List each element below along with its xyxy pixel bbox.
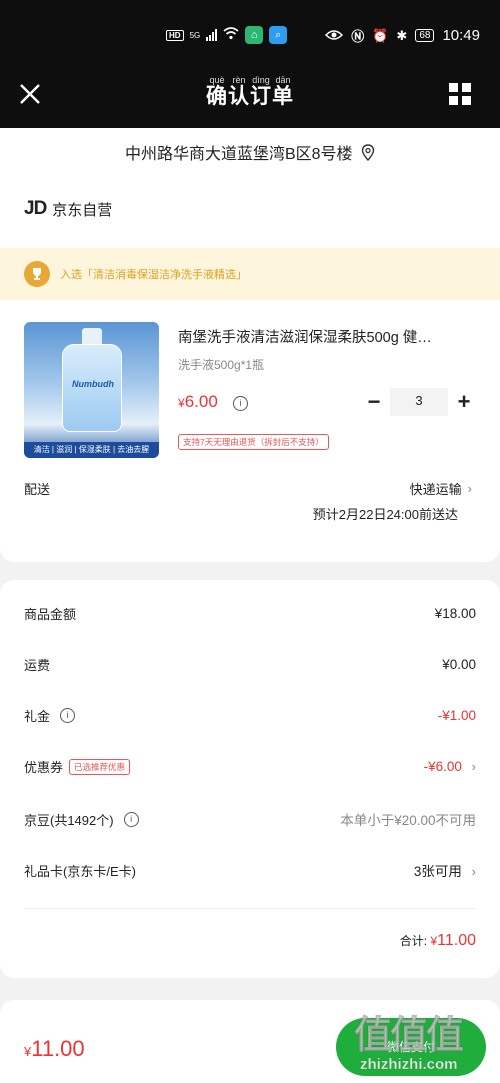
status-right: Ⓝ ⏰ ✱ 68 10:49 (325, 26, 480, 45)
jd-beans-label-wrap: 京豆(共1492个) i (24, 810, 139, 829)
chevron-right-icon: › (467, 481, 472, 496)
coupon-row[interactable]: 优惠券 已选推荐优惠 -¥6.00 › (24, 757, 476, 776)
coupon-tag: 已选推荐优惠 (69, 758, 131, 775)
jd-beans-row: 京豆(共1492个) i 本单小于¥20.00不可用 (24, 809, 476, 829)
quantity-stepper: − 3 + (364, 388, 474, 416)
chevron-right-icon: › (471, 864, 476, 879)
decrease-button[interactable]: − (364, 389, 384, 415)
jd-logo: JD (24, 198, 47, 219)
grid-menu-icon[interactable] (448, 82, 472, 106)
gift-money-row: 礼金 i -¥1.00 (24, 706, 476, 725)
alarm-icon: ⏰ (372, 27, 389, 43)
product-image[interactable]: Numbudh 清洁 | 滋润 | 保湿柔肤 | 去油去腥 (24, 322, 159, 458)
quantity-input[interactable]: 3 (390, 388, 448, 416)
gift-card-value-wrap: 3张可用 › (414, 860, 476, 880)
nav-bar: 确què认rèn订dìng单dān (0, 70, 500, 128)
watermark-logo: 值值值 (353, 1015, 464, 1058)
trophy-icon (24, 261, 50, 287)
info-icon[interactable]: i (123, 811, 139, 827)
product-spec: 洗手液500g*1瓶 (178, 358, 265, 372)
product-title[interactable]: 南堡洗手液清洁滋润保湿柔肤500g 健… (178, 326, 468, 347)
location-pin-icon (361, 144, 375, 166)
goods-amount-row: 商品金额 ¥18.00 (24, 604, 476, 623)
delivery-eta: 预计2月22日24:00前送达 (312, 507, 458, 522)
page-title: 确què认rèn订dìng单dān (206, 75, 294, 108)
total-amount: 合计: ¥11.00 (400, 932, 476, 950)
chevron-right-icon: › (471, 759, 476, 774)
total-label: 合计: (399, 934, 428, 948)
total-value: ¥11.00 (430, 932, 476, 949)
status-left: HD 5G ⌂ ⌕ (166, 26, 288, 44)
increase-button[interactable]: + (454, 389, 474, 415)
cost-summary-card: 商品金额 ¥18.00 运费 ¥0.00 礼金 i -¥1.00 优惠券 已选推… (0, 580, 500, 978)
gift-money-label-wrap: 礼金 i (24, 706, 76, 725)
coupon-label-wrap: 优惠券 已选推荐优惠 (24, 757, 131, 776)
bottle-brand: Numbudh (72, 379, 114, 389)
wifi-icon (223, 27, 239, 43)
watermark: 值值值 zhizhizhi.com (350, 1000, 500, 1083)
promo-text: 入选「清洁消毒保湿洁净洗手液精选」 (60, 269, 247, 281)
goods-amount-label: 商品金额 (24, 607, 77, 622)
price-symbol: ¥ (178, 396, 185, 410)
gift-money-value: -¥1.00 (437, 708, 476, 723)
delivery-method-text: 快递运输 (409, 482, 462, 497)
eye-icon (325, 28, 344, 44)
gift-money-label: 礼金 (24, 709, 51, 724)
checkout-price-value: 11.00 (31, 1036, 85, 1061)
order-item-card: JD 京东自营 入选「清洁消毒保湿洁净洗手液精选」 Numbudh 清洁 | 滋… (0, 182, 500, 562)
watermark-url: zhizhizhi.com (360, 1056, 458, 1073)
network-type: 5G (189, 30, 201, 40)
product-price: ¥6.00 i (178, 392, 249, 412)
goods-amount-value: ¥18.00 (434, 606, 476, 621)
coupon-label: 优惠券 (24, 760, 64, 775)
jd-beans-value: 本单小于¥20.00不可用 (340, 813, 476, 828)
shop-header: JD 京东自营 (24, 198, 112, 220)
address-text: 中州路华商大道蓝堡湾B区8号楼 (124, 146, 353, 163)
shipping-row: 运费 ¥0.00 (24, 655, 476, 674)
nfc-icon: Ⓝ (351, 29, 365, 44)
delivery-method[interactable]: 快递运输 › (410, 479, 472, 498)
hd-badge: HD (166, 29, 184, 41)
gift-card-value: 3张可用 (413, 864, 462, 879)
checkout-price: ¥11.00 (24, 1036, 85, 1062)
home-app-icon: ⌂ (245, 26, 264, 44)
divider (24, 908, 476, 909)
delivery-address[interactable]: 中州路华商大道蓝堡湾B区8号楼 (0, 128, 500, 182)
delivery-label: 配送 (24, 482, 51, 497)
info-icon[interactable]: i (60, 708, 76, 723)
promo-banner[interactable]: 入选「清洁消毒保湿洁净洗手液精选」 (0, 248, 500, 300)
signal-icon (206, 29, 218, 41)
gift-card-label: 礼品卡(京东卡/E卡) (24, 863, 136, 879)
bottle-shape: Numbudh (62, 344, 122, 432)
shipping-label: 运费 (24, 658, 51, 673)
total-number: 11.00 (437, 932, 476, 949)
shipping-value: ¥0.00 (442, 657, 476, 672)
status-bar: HD 5G ⌂ ⌕ Ⓝ ⏰ ✱ 68 10:49 (0, 0, 500, 70)
price-value: 6.00 (184, 392, 218, 411)
return-policy-tag: 支持7天无理由退货（拆封后不支持） (178, 434, 329, 450)
status-time: 10:49 (442, 27, 480, 44)
jd-beans-label: 京豆(共1492个) (24, 812, 114, 828)
image-caption: 清洁 | 滋润 | 保湿柔肤 | 去油去腥 (24, 442, 159, 458)
battery-icon: 68 (415, 29, 435, 42)
coupon-value-wrap: -¥6.00 › (424, 759, 476, 774)
bluetooth-icon: ✱ (396, 27, 408, 43)
info-icon[interactable]: i (233, 396, 249, 412)
search-app-icon: ⌕ (269, 26, 288, 44)
shop-name: 京东自营 (52, 201, 113, 219)
coupon-value: -¥6.00 (423, 759, 462, 774)
gift-card-row[interactable]: 礼品卡(京东卡/E卡) 3张可用 › (24, 860, 476, 880)
